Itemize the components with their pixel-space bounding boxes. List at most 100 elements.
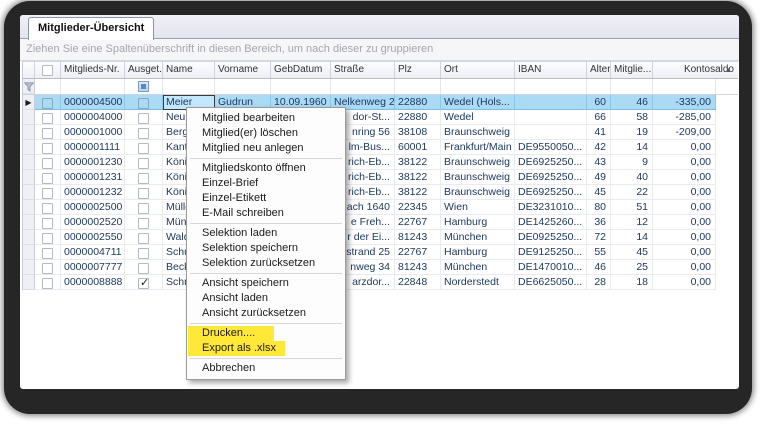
column-header-iban[interactable]: IBAN xyxy=(515,62,587,78)
menu-item-mitglied-bearbeiten[interactable]: Mitglied bearbeiten xyxy=(188,111,344,126)
cell-sel[interactable] xyxy=(35,230,61,245)
cell-plz[interactable]: 22880 xyxy=(395,110,441,125)
cell-nr[interactable]: 0000001231 xyxy=(61,170,125,185)
menu-item-mitglied-neu-anlegen[interactable]: Mitglied neu anlegen xyxy=(188,141,344,156)
cell-nr[interactable]: 0000007777 xyxy=(61,260,125,275)
filter-cell-vorname[interactable] xyxy=(215,79,271,94)
cell-ausgetreten[interactable] xyxy=(125,200,163,215)
cell-mitglie[interactable]: 9 xyxy=(611,155,653,170)
ausgetreten-checkbox[interactable] xyxy=(138,113,149,124)
group-by-panel[interactable]: Ziehen Sie eine Spaltenüberschrift in di… xyxy=(20,39,739,61)
row-select-checkbox[interactable] xyxy=(42,143,53,154)
menu-item-ansicht-zurücksetzen[interactable]: Ansicht zurücksetzen xyxy=(188,306,344,321)
row-select-checkbox[interactable] xyxy=(42,248,53,259)
column-header-vorname[interactable]: Vorname xyxy=(215,62,271,78)
cell-ausgetreten[interactable] xyxy=(125,230,163,245)
menu-item-ansicht-speichern[interactable]: Ansicht speichern xyxy=(188,276,344,291)
cell-ausgetreten[interactable] xyxy=(125,140,163,155)
column-header-name[interactable]: Name xyxy=(163,62,215,78)
cell-kontosaldo[interactable]: 0,00 xyxy=(653,140,716,155)
cell-nr[interactable]: 0000008888 xyxy=(61,275,125,290)
table-row[interactable]: 0000002550Waldr der Ei...81243MünchenDE0… xyxy=(22,230,716,245)
cell-plz[interactable]: 22880 xyxy=(395,95,441,110)
menu-item-ansicht-laden[interactable]: Ansicht laden xyxy=(188,291,344,306)
cell-mitglie[interactable]: 14 xyxy=(611,230,653,245)
row-select-checkbox[interactable] xyxy=(42,98,53,109)
row-select-checkbox[interactable] xyxy=(42,128,53,139)
cell-mitglie[interactable]: 22 xyxy=(611,185,653,200)
row-select-checkbox[interactable] xyxy=(42,113,53,124)
row-select-checkbox[interactable] xyxy=(42,158,53,169)
cell-iban[interactable]: DE6625050... xyxy=(515,275,587,290)
cell-ort[interactable]: Hamburg xyxy=(441,215,515,230)
cell-plz[interactable]: 38122 xyxy=(395,170,441,185)
column-header-sel[interactable] xyxy=(35,62,61,78)
cell-sel[interactable] xyxy=(35,95,61,110)
column-header-strasse[interactable]: Straße xyxy=(331,62,395,78)
table-row[interactable]: ▶0000004500MeierGudrun10.09.1960Nelkenwe… xyxy=(22,95,716,110)
menu-item-drucken[interactable]: Drucken.... xyxy=(188,326,344,341)
ausgetreten-checkbox[interactable] xyxy=(138,203,149,214)
menu-item-abbrechen[interactable]: Abbrechen xyxy=(188,361,344,376)
cell-ort[interactable]: Braunschweig xyxy=(441,125,515,140)
column-header-mitglie[interactable]: Mitglie... xyxy=(611,62,653,78)
row-select-checkbox[interactable] xyxy=(42,278,53,289)
cell-sel[interactable] xyxy=(35,155,61,170)
cell-kontosaldo[interactable]: -209,00 xyxy=(653,125,716,140)
cell-alter[interactable]: 66 xyxy=(587,110,611,125)
cell-nr[interactable]: 0000004000 xyxy=(61,110,125,125)
cell-mitglie[interactable]: 45 xyxy=(611,245,653,260)
table-row[interactable]: 0000004711Schustrand 2522767HamburgDE912… xyxy=(22,245,716,260)
cell-ort[interactable]: Hamburg xyxy=(441,245,515,260)
cell-sel[interactable] xyxy=(35,245,61,260)
row-select-checkbox[interactable] xyxy=(42,203,53,214)
ausgetreten-checkbox[interactable] xyxy=(138,98,149,109)
filter-cell-sel[interactable] xyxy=(35,79,61,94)
column-header-gebdatum[interactable]: GebDatum xyxy=(271,62,331,78)
ausgetreten-checkbox[interactable] xyxy=(138,188,149,199)
cell-plz[interactable]: 22767 xyxy=(395,215,441,230)
ausgetreten-filter-icon[interactable] xyxy=(138,81,149,92)
cell-alter[interactable]: 49 xyxy=(587,170,611,185)
cell-kontosaldo[interactable]: 0,00 xyxy=(653,230,716,245)
cell-ort[interactable]: München xyxy=(441,260,515,275)
cell-nr[interactable]: 0000001230 xyxy=(61,155,125,170)
cell-sel[interactable] xyxy=(35,125,61,140)
column-header-nr[interactable]: Mitglieds-Nr. xyxy=(61,62,125,78)
cell-nr[interactable]: 0000002520 xyxy=(61,215,125,230)
cell-iban[interactable]: DE6925250... xyxy=(515,170,587,185)
ausgetreten-checkbox[interactable] xyxy=(138,263,149,274)
cell-sel[interactable] xyxy=(35,215,61,230)
cell-ausgetreten[interactable] xyxy=(125,215,163,230)
cell-alter[interactable]: 36 xyxy=(587,215,611,230)
cell-iban[interactable]: DE3231010... xyxy=(515,200,587,215)
cell-plz[interactable]: 60001 xyxy=(395,140,441,155)
cell-alter[interactable]: 46 xyxy=(587,260,611,275)
cell-alter[interactable]: 43 xyxy=(587,155,611,170)
cell-sel[interactable] xyxy=(35,260,61,275)
cell-plz[interactable]: 38108 xyxy=(395,125,441,140)
ausgetreten-checkbox[interactable] xyxy=(138,248,149,259)
table-row[interactable]: 0000008888Schmarzdor...22848NorderstedtD… xyxy=(22,275,716,290)
table-row[interactable]: 0000001230Könirich-Eb...38122Braunschwei… xyxy=(22,155,716,170)
cell-ort[interactable]: Braunschweig xyxy=(441,170,515,185)
cell-plz[interactable]: 38122 xyxy=(395,155,441,170)
cell-kontosaldo[interactable]: 0,00 xyxy=(653,260,716,275)
cell-mitglie[interactable]: 18 xyxy=(611,275,653,290)
ausgetreten-checkbox[interactable] xyxy=(138,173,149,184)
ausgetreten-checkbox[interactable] xyxy=(138,128,149,139)
column-header-plz[interactable]: Plz xyxy=(395,62,441,78)
cell-nr[interactable]: 0000001111 xyxy=(61,140,125,155)
cell-kontosaldo[interactable]: 0,00 xyxy=(653,200,716,215)
cell-plz[interactable]: 22767 xyxy=(395,245,441,260)
cell-alter[interactable]: 60 xyxy=(587,95,611,110)
cell-mitglie[interactable]: 58 xyxy=(611,110,653,125)
menu-item-e-mail-schreiben[interactable]: E-Mail schreiben xyxy=(188,206,344,221)
table-row[interactable]: 0000002500Mülleach 164022345WienDE323101… xyxy=(22,200,716,215)
cell-ort[interactable]: Wedel (Hols... xyxy=(441,95,515,110)
cell-alter[interactable]: 41 xyxy=(587,125,611,140)
filter-cell-ausgetreten[interactable] xyxy=(125,79,163,94)
cell-nr[interactable]: 0000001232 xyxy=(61,185,125,200)
column-header-ort[interactable]: Ort xyxy=(441,62,515,78)
menu-item-export-als-xlsx[interactable]: Export als .xlsx xyxy=(188,341,344,356)
